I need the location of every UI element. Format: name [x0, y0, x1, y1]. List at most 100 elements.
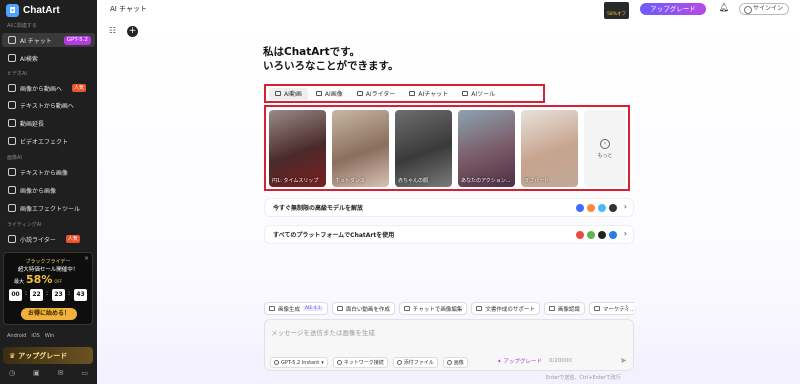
sidebar-item-ai-chat[interactable]: AI チャット GPT-5.2 — [2, 33, 95, 47]
countdown-minutes: 23 — [52, 289, 65, 301]
menu-toggle-icon[interactable]: ☷ — [109, 26, 116, 35]
ios-link[interactable]: iOS — [31, 333, 40, 339]
android-link[interactable]: Android — [7, 333, 26, 339]
all-platforms-row[interactable]: すべてのプラットフォームでChatArtを使用 › — [264, 225, 634, 244]
gallery-card[interactable]: ラブバード — [521, 110, 578, 187]
countdown-sep: : — [68, 290, 71, 297]
tab-label: AIライター — [365, 91, 396, 98]
promo-line2: 超大特価セール開催中！ — [17, 267, 79, 273]
upgrade-label: アップグレード — [503, 359, 542, 365]
gallery-card[interactable]: あなたのアクション... — [458, 110, 515, 187]
sidebar-upgrade-button[interactable]: ♛ アップグレード — [3, 347, 93, 364]
tab-ai-writer[interactable]: AIライター — [351, 88, 402, 100]
sidebar-item-label: 動画延長 — [20, 120, 45, 128]
bell-icon[interactable]: 🔔︎ — [719, 3, 729, 12]
mail-icon[interactable]: ✉ — [58, 369, 64, 377]
card-caption: ホットダンス — [335, 178, 365, 184]
chatart-logo-icon: ◘ — [6, 4, 19, 17]
send-icon[interactable]: ➤ — [620, 356, 627, 365]
black-friday-promo: × ブラックフライデー 超大特価セール開催中！ 最大 58% OFF 00 : … — [3, 252, 93, 325]
app-name: ChatArt — [23, 5, 60, 16]
sidebar-item-image-effects[interactable]: 画像エフェクトツール — [2, 201, 95, 215]
tab-ai-tools[interactable]: AIツール — [456, 88, 501, 100]
tab-ai-chat[interactable]: AIチャット — [403, 88, 454, 100]
chip-image-recognition[interactable]: 画像認識 — [543, 302, 585, 315]
model-logo-icon — [576, 204, 584, 212]
card-caption: 円1: タイムスリップ — [272, 178, 319, 184]
globe-icon — [336, 360, 342, 365]
sidebar-item-ai-search[interactable]: AI検索 — [2, 51, 95, 65]
tab-ai-image[interactable]: AI画像 — [310, 88, 349, 100]
gift-icon[interactable]: ▣ — [33, 369, 40, 377]
topbar: AI チャット 58%オフ アップグレード 🔔︎ サインイン — [97, 0, 800, 20]
pen-icon — [8, 235, 16, 243]
tools-icon — [462, 91, 469, 96]
sidebar-item-image-to-image[interactable]: 画像から画像 — [2, 183, 95, 197]
chip-funny-video[interactable]: 面白い動画を作成 — [331, 302, 395, 315]
heading-line1: 私はChatArtです。 — [263, 46, 361, 58]
upgrade-button[interactable]: アップグレード — [640, 3, 706, 15]
upgrade-label: アップグレード — [18, 351, 68, 360]
chevron-right-icon: › — [623, 229, 627, 238]
model-logo-icon — [598, 204, 606, 212]
network-label: ネットワーク接続 — [343, 360, 384, 366]
crown-icon: ♛ — [9, 351, 16, 360]
image-button[interactable]: 画像 — [442, 357, 468, 368]
video-gallery: 円1: タイムスリップ ホットダンス 赤ちゃんの顔 あなたのアクション... ラ… — [264, 105, 630, 191]
marketing-icon — [593, 306, 600, 311]
sidebar-item-label: テキストから動画へ — [20, 102, 74, 110]
windows-icon — [609, 231, 617, 239]
chip-document-writing[interactable]: 文書作成のサポート — [471, 302, 540, 315]
tab-label: AI画像 — [324, 91, 343, 98]
gallery-card[interactable]: 赤ちゃんの顔 — [395, 110, 452, 187]
composer-upgrade-link[interactable]: ✦ アップグレード — [497, 357, 542, 365]
more-button[interactable]: › もっと — [584, 110, 626, 187]
discount-badge[interactable]: 58%オフ — [604, 2, 629, 19]
promo-prefix: 最大 — [14, 279, 25, 285]
row-text: すべてのプラットフォームでChatArtを使用 — [273, 232, 395, 239]
gallery-card[interactable]: 円1: タイムスリップ — [269, 110, 326, 187]
model-select[interactable]: GPT-5.2 Instant ▾ — [270, 357, 328, 368]
android-icon — [587, 231, 595, 239]
chip-image-generation[interactable]: 画像生成 AIE 4.1 — [264, 302, 328, 315]
sidebar-item-image-to-video[interactable]: 画像から動画へ 人気 — [2, 81, 95, 95]
sidebar-item-video-extend[interactable]: 動画延長 — [2, 116, 95, 130]
sidebar-item-video-effects[interactable]: ビデオエフェクト — [2, 134, 95, 148]
chip-chat-image-edit[interactable]: チャットで画像編集 — [398, 302, 468, 315]
chip-label: 面白い動画を作成 — [345, 306, 390, 313]
promo-start-button[interactable]: お得に始める！ — [21, 308, 77, 320]
card-caption: ラブバード — [524, 178, 550, 184]
message-input[interactable]: メッセージを送信または画像を生成 — [271, 327, 375, 337]
network-button[interactable]: ネットワーク接続 — [332, 357, 388, 368]
hot-badge: 人気 — [72, 84, 87, 92]
chevron-down-icon: ▾ — [321, 359, 324, 366]
logo[interactable]: ◘ ChatArt — [6, 4, 60, 17]
sidebar-item-novel-writer[interactable]: 小説ライター 人気 — [2, 232, 95, 246]
unlock-models-row[interactable]: 今すぐ無制限の高級モデルを解放 › — [264, 198, 634, 217]
windows-link[interactable]: Win — [45, 333, 54, 339]
gpt-badge: GPT-5.2 — [63, 35, 91, 45]
sidebar-item-text-to-image[interactable]: テキストから画像 — [2, 165, 95, 179]
page-title: AI チャット — [110, 5, 148, 13]
scan-icon — [548, 306, 555, 311]
tab-label: AIチャット — [418, 91, 449, 98]
pen-icon — [356, 91, 363, 96]
gallery-card[interactable]: ホットダンス — [332, 110, 389, 187]
sidebar-item-label: AI チャット — [20, 37, 52, 45]
image-icon — [315, 91, 322, 96]
history-icon[interactable]: ◷ — [9, 369, 15, 377]
new-chat-plus-icon[interactable]: + — [127, 26, 138, 37]
chevron-right-icon[interactable]: › — [625, 302, 635, 314]
arrow-right-icon: › — [600, 138, 610, 149]
heading-line2: いろいろなことができます。 — [263, 60, 399, 72]
sidebar-item-text-to-video[interactable]: テキストから動画へ — [2, 98, 95, 112]
sidebar-item-label: AI検索 — [20, 55, 38, 63]
attach-button[interactable]: 添付ファイル — [392, 357, 438, 368]
edit-icon — [403, 306, 410, 311]
image-icon — [269, 306, 275, 311]
signin-button[interactable]: サインイン — [739, 3, 789, 15]
row-text: 今すぐ無制限の高級モデルを解放 — [273, 205, 364, 212]
sidebar: ◘ ChatArt AIに関連する AI チャット GPT-5.2 AI検索 ビ… — [0, 0, 97, 384]
folder-icon[interactable]: ▭ — [81, 369, 88, 377]
tab-ai-video[interactable]: AI動画 — [269, 87, 308, 100]
